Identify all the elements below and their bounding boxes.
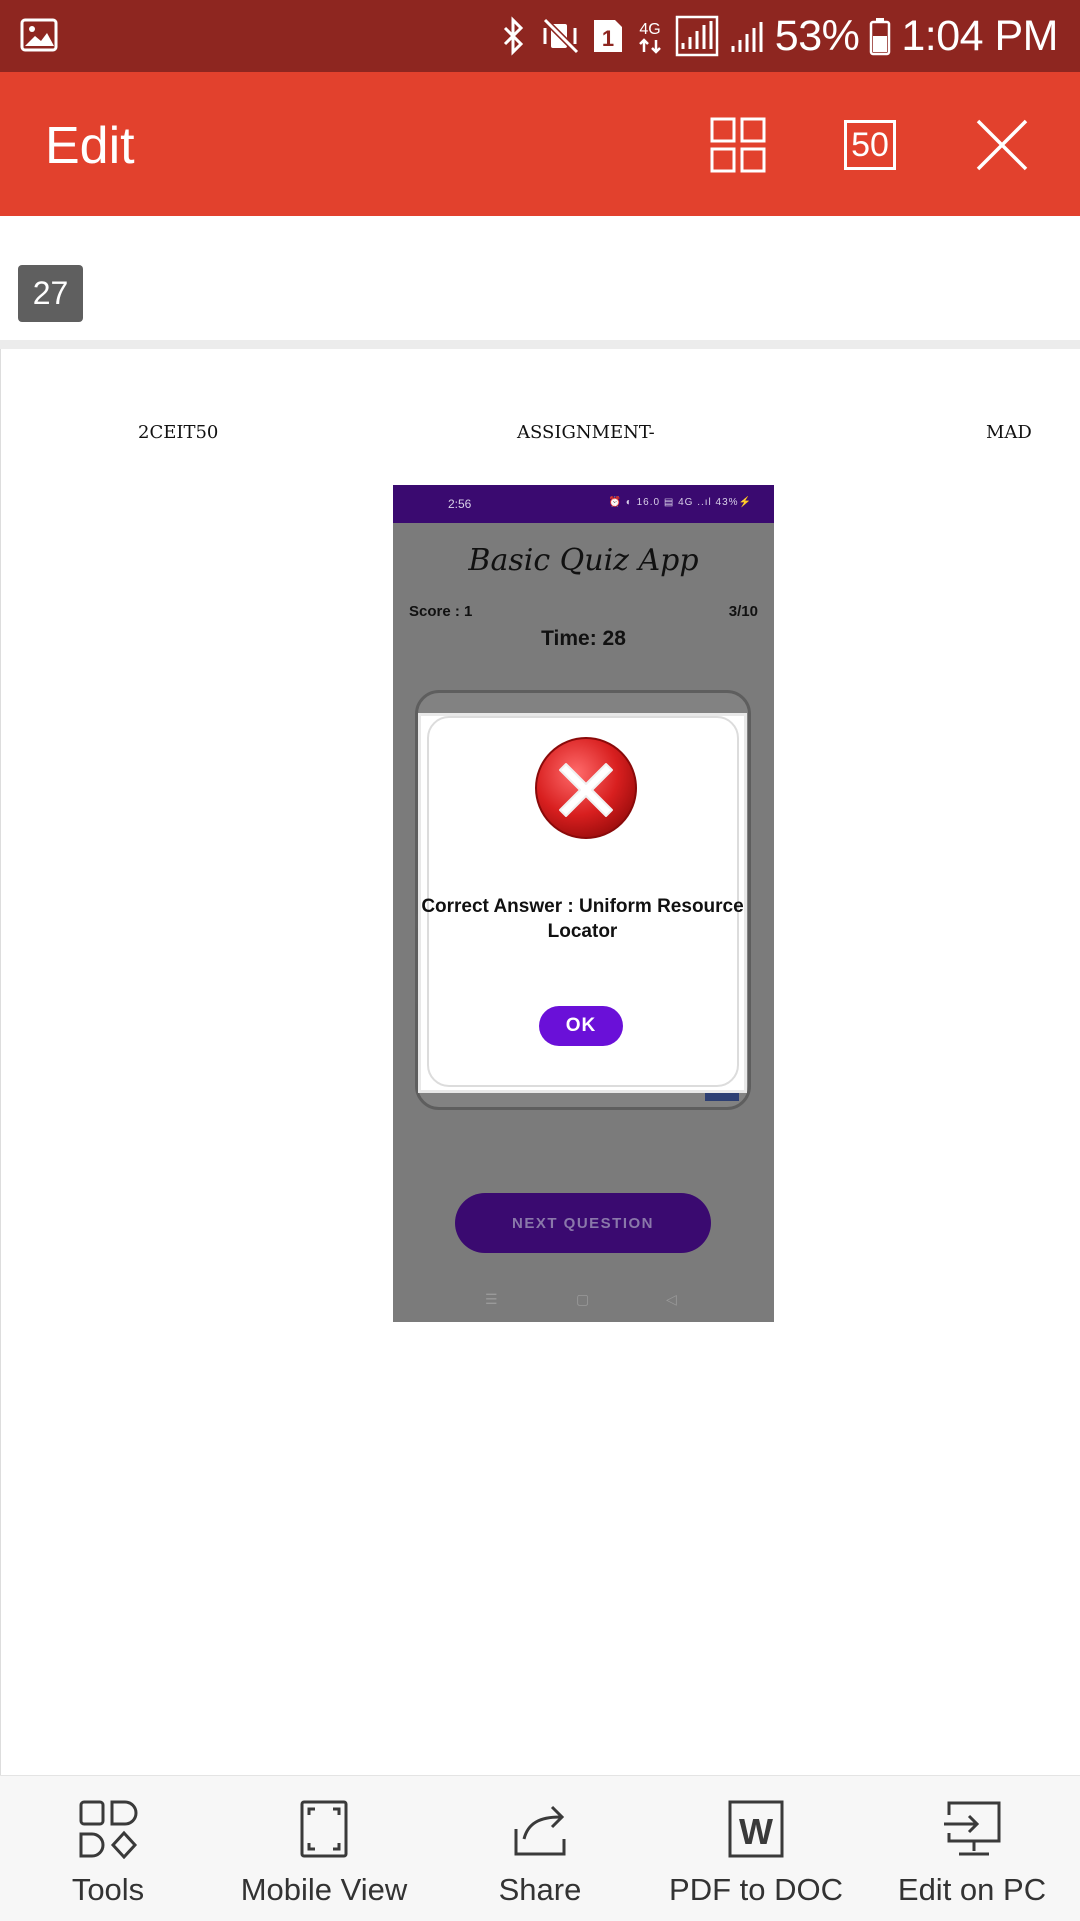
pdf-to-doc-icon: W	[728, 1800, 784, 1858]
app-bar: Edit 50	[0, 72, 1080, 216]
mobile-view-button[interactable]: Mobile View	[216, 1776, 432, 1921]
dialog-message: Correct Answer : Uniform Resource Locato…	[421, 896, 744, 942]
svg-text:W: W	[739, 1811, 773, 1852]
current-page-badge: 27	[18, 265, 83, 322]
pdf-to-doc-button[interactable]: W PDF to DOC	[648, 1776, 864, 1921]
tools-icon	[79, 1800, 138, 1859]
battery-icon	[869, 16, 891, 56]
page-divider	[0, 340, 1080, 349]
edit-on-pc-icon	[944, 1801, 1001, 1856]
quiz-progress: 3/10	[728, 603, 758, 620]
network-4g-icon: 4G	[635, 16, 665, 56]
recents-icon: ☰	[485, 1291, 498, 1307]
battery-percent: 53%	[774, 11, 860, 60]
quiz-app-title: Basic Quiz App	[468, 543, 699, 578]
tools-button[interactable]: Tools	[0, 1776, 216, 1921]
page-border	[0, 349, 1, 1775]
grid-view-button[interactable]	[709, 116, 767, 174]
page-total: 50	[844, 120, 896, 170]
pdf-to-doc-label: PDF to DOC	[669, 1872, 843, 1907]
doc-header-right: MAD	[986, 422, 1032, 443]
image-notification-icon	[20, 18, 58, 57]
home-icon: ▢	[576, 1291, 590, 1307]
bluetooth-icon	[499, 16, 529, 56]
phone-clock: 2:56	[448, 497, 472, 511]
embedded-screenshot: 2:56 ⏰ ◐ 16.0 ▤ 4G ..ıl 43%⚡ Basic Quiz …	[393, 485, 774, 1322]
share-icon	[514, 1805, 566, 1856]
edit-on-pc-label: Edit on PC	[897, 1872, 1047, 1907]
share-button[interactable]: Share	[432, 1776, 648, 1921]
quiz-timer: Time: 28	[541, 627, 626, 650]
page-count-button[interactable]: 50	[841, 116, 899, 174]
grid-icon	[710, 117, 766, 173]
sim-slot-label: 1	[602, 26, 614, 51]
close-button[interactable]	[973, 116, 1031, 174]
doc-header-center: ASSIGNMENT-	[517, 422, 655, 443]
edit-on-pc-button[interactable]: Edit on PC	[864, 1776, 1080, 1921]
quiz-score: Score : 1	[409, 603, 473, 620]
clock: 1:04 PM	[901, 11, 1058, 60]
network-label: 4G	[639, 21, 660, 38]
signal-2-icon	[729, 16, 765, 56]
mobile-view-icon	[300, 1800, 348, 1858]
share-label: Share	[498, 1872, 582, 1907]
wrong-answer-icon	[534, 736, 638, 845]
doc-header-left: 2CEIT50	[138, 422, 219, 443]
phone-nav-bar: ☰ ▢ ◁	[393, 1291, 774, 1315]
back-icon: ◁	[666, 1291, 677, 1307]
tools-label: Tools	[71, 1872, 145, 1907]
answer-dialog: Correct Answer : Uniform Resource Locato…	[418, 713, 747, 1093]
phone-status-icons: ⏰ ◐ 16.0 ▤ 4G ..ıl 43%⚡	[608, 497, 752, 508]
close-icon	[976, 119, 1028, 171]
ok-button[interactable]: OK	[539, 1006, 623, 1046]
mobile-view-label: Mobile View	[240, 1872, 408, 1907]
next-question-button[interactable]: NEXT QUESTION	[455, 1193, 711, 1253]
signal-icon	[675, 15, 719, 57]
sim-icon: 1	[591, 17, 625, 55]
status-bar: 1 4G 53% 1:04 PM	[0, 0, 1080, 72]
bottom-toolbar: Tools Mobile View Share W PDF to DOC Edi…	[0, 1775, 1080, 1921]
vibrate-mute-icon	[539, 16, 581, 56]
phone-status-bar: 2:56 ⏰ ◐ 16.0 ▤ 4G ..ıl 43%⚡	[393, 485, 774, 523]
page-title: Edit	[45, 117, 135, 175]
